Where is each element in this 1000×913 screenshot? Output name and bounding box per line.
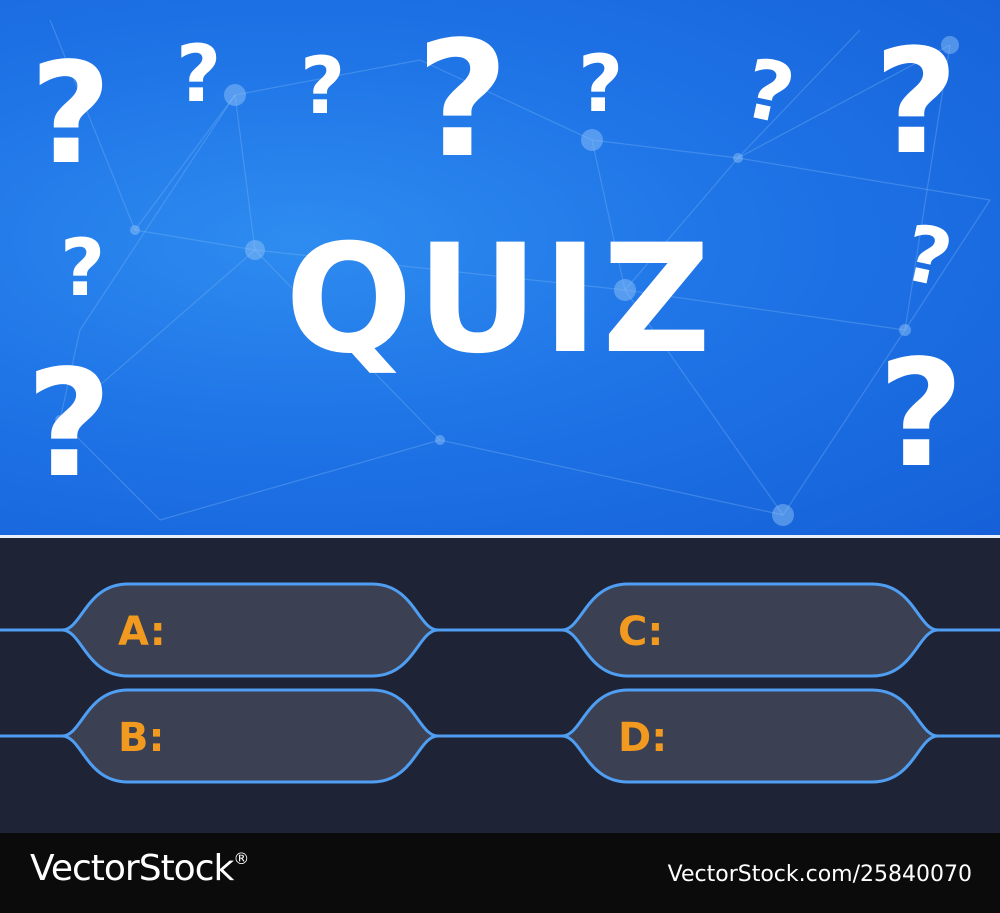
answer-b-label: B: [118, 715, 165, 761]
question-mark-icon: ? [416, 6, 509, 193]
answer-c-label: C: [618, 609, 664, 655]
answer-options [0, 582, 1000, 784]
answer-a-label: A: [118, 609, 166, 655]
answer-d-label: D: [618, 715, 668, 761]
page-title: QUIZ [285, 213, 715, 387]
question-mark-icon: ? [874, 18, 959, 187]
stock-id: VectorStock.com/25840070 [667, 862, 972, 887]
quiz-header-banner: ? ? ? ? ? ? ? ? ? ? ? QUIZ [0, 0, 1000, 535]
brand-name: VectorStock [30, 848, 234, 889]
question-mark-icon: ? [300, 42, 346, 132]
question-mark-icon: ? [30, 33, 112, 196]
watermark-footer: VectorStock® VectorStock.com/25840070 [0, 833, 1000, 913]
brand-logo: VectorStock® [30, 848, 249, 889]
trademark-symbol: ® [233, 849, 249, 868]
question-mark-icon: ? [578, 40, 624, 130]
question-mark-icon: ? [176, 30, 222, 120]
